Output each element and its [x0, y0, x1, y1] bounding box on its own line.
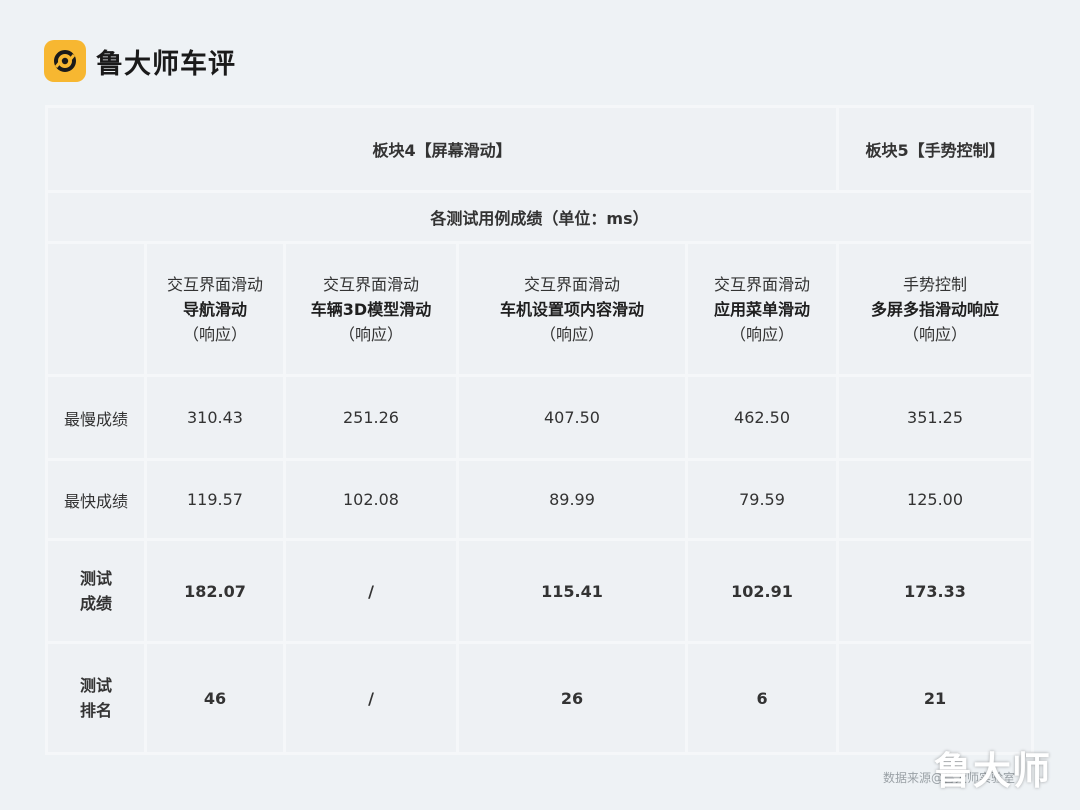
- value-cell: 251.26: [286, 377, 456, 458]
- row-label-line1: 测试: [79, 569, 112, 588]
- value-cell: 351.25: [839, 377, 1032, 458]
- value-cell: 310.43: [147, 377, 283, 458]
- column-header-line2: 车机设置项内容滑动: [499, 299, 644, 319]
- row-label: 最快成绩: [48, 461, 144, 538]
- value-cell: 26: [459, 644, 685, 752]
- brand-name: 鲁大师车评: [96, 48, 236, 80]
- row-label-line1: 测试: [79, 676, 112, 695]
- column-header-line1: 交互界面滑动: [166, 274, 263, 294]
- row-label: 最慢成绩: [48, 377, 144, 458]
- corner-cell: [48, 244, 144, 374]
- column-header: 交互界面滑动 车机设置项内容滑动 （响应）: [459, 244, 685, 374]
- block5-header: 板块5【手势控制】: [839, 108, 1032, 190]
- table-row: 测试 成绩 182.07 / 115.41 102.91 173.33: [48, 541, 1032, 641]
- value-cell: 6: [688, 644, 837, 752]
- brand-logo-icon: [44, 40, 86, 82]
- value-cell: /: [286, 541, 456, 641]
- value-cell: 102.91: [688, 541, 837, 641]
- value-cell: 119.57: [147, 461, 283, 538]
- table-row: 最快成绩 119.57 102.08 89.99 79.59 125.00: [48, 461, 1032, 538]
- column-header-row: 交互界面滑动 导航滑动 （响应） 交互界面滑动 车辆3D模型滑动 （响应） 交互…: [48, 244, 1032, 374]
- column-header-line3: （响应）: [903, 324, 968, 344]
- column-header: 交互界面滑动 应用菜单滑动 （响应）: [688, 244, 837, 374]
- value-cell: 173.33: [839, 541, 1032, 641]
- column-header: 交互界面滑动 导航滑动 （响应）: [147, 244, 283, 374]
- row-label-line2: 排名: [79, 701, 112, 720]
- column-header-line2: 多屏多指滑动响应: [871, 299, 1000, 319]
- column-header-line3: （响应）: [539, 324, 604, 344]
- column-header-line3: （响应）: [182, 324, 247, 344]
- column-header-line3: （响应）: [338, 324, 403, 344]
- value-cell: 79.59: [688, 461, 837, 538]
- row-label: 测试 成绩: [48, 541, 144, 641]
- value-cell: 102.08: [286, 461, 456, 538]
- value-cell: 125.00: [839, 461, 1032, 538]
- value-cell: 182.07: [147, 541, 283, 641]
- row-label: 测试 排名: [48, 644, 144, 752]
- table-row: 最慢成绩 310.43 251.26 407.50 462.50 351.25: [48, 377, 1032, 458]
- value-cell: 46: [147, 644, 283, 752]
- column-header-line1: 手势控制: [903, 274, 968, 294]
- column-header-line2: 导航滑动: [182, 299, 247, 319]
- column-header-line2: 应用菜单滑动: [714, 299, 811, 319]
- column-header: 交互界面滑动 车辆3D模型滑动 （响应）: [286, 244, 456, 374]
- results-table: 板块4【屏幕滑动】 板块5【手势控制】 各测试用例成绩（单位：ms） 交互界面滑…: [45, 105, 1035, 755]
- value-cell: 21: [839, 644, 1032, 752]
- column-header-line1: 交互界面滑动: [322, 274, 419, 294]
- block4-header: 板块4【屏幕滑动】: [48, 108, 837, 190]
- column-header-line1: 交互界面滑动: [523, 274, 620, 294]
- value-cell: 462.50: [688, 377, 837, 458]
- column-header-line1: 交互界面滑动: [714, 274, 811, 294]
- value-cell: /: [286, 644, 456, 752]
- brand-header: 鲁大师车评: [44, 40, 236, 82]
- column-header-line2: 车辆3D模型滑动: [310, 299, 432, 319]
- column-header-line3: （响应）: [730, 324, 795, 344]
- table-row: 测试 排名 46 / 26 6 21: [48, 644, 1032, 752]
- table-subtitle: 各测试用例成绩（单位：ms）: [48, 193, 1032, 241]
- column-header: 手势控制 多屏多指滑动响应 （响应）: [839, 244, 1032, 374]
- row-label-line2: 成绩: [79, 594, 112, 613]
- value-cell: 115.41: [459, 541, 685, 641]
- watermark: 鲁大师: [934, 749, 1052, 793]
- value-cell: 407.50: [459, 377, 685, 458]
- value-cell: 89.99: [459, 461, 685, 538]
